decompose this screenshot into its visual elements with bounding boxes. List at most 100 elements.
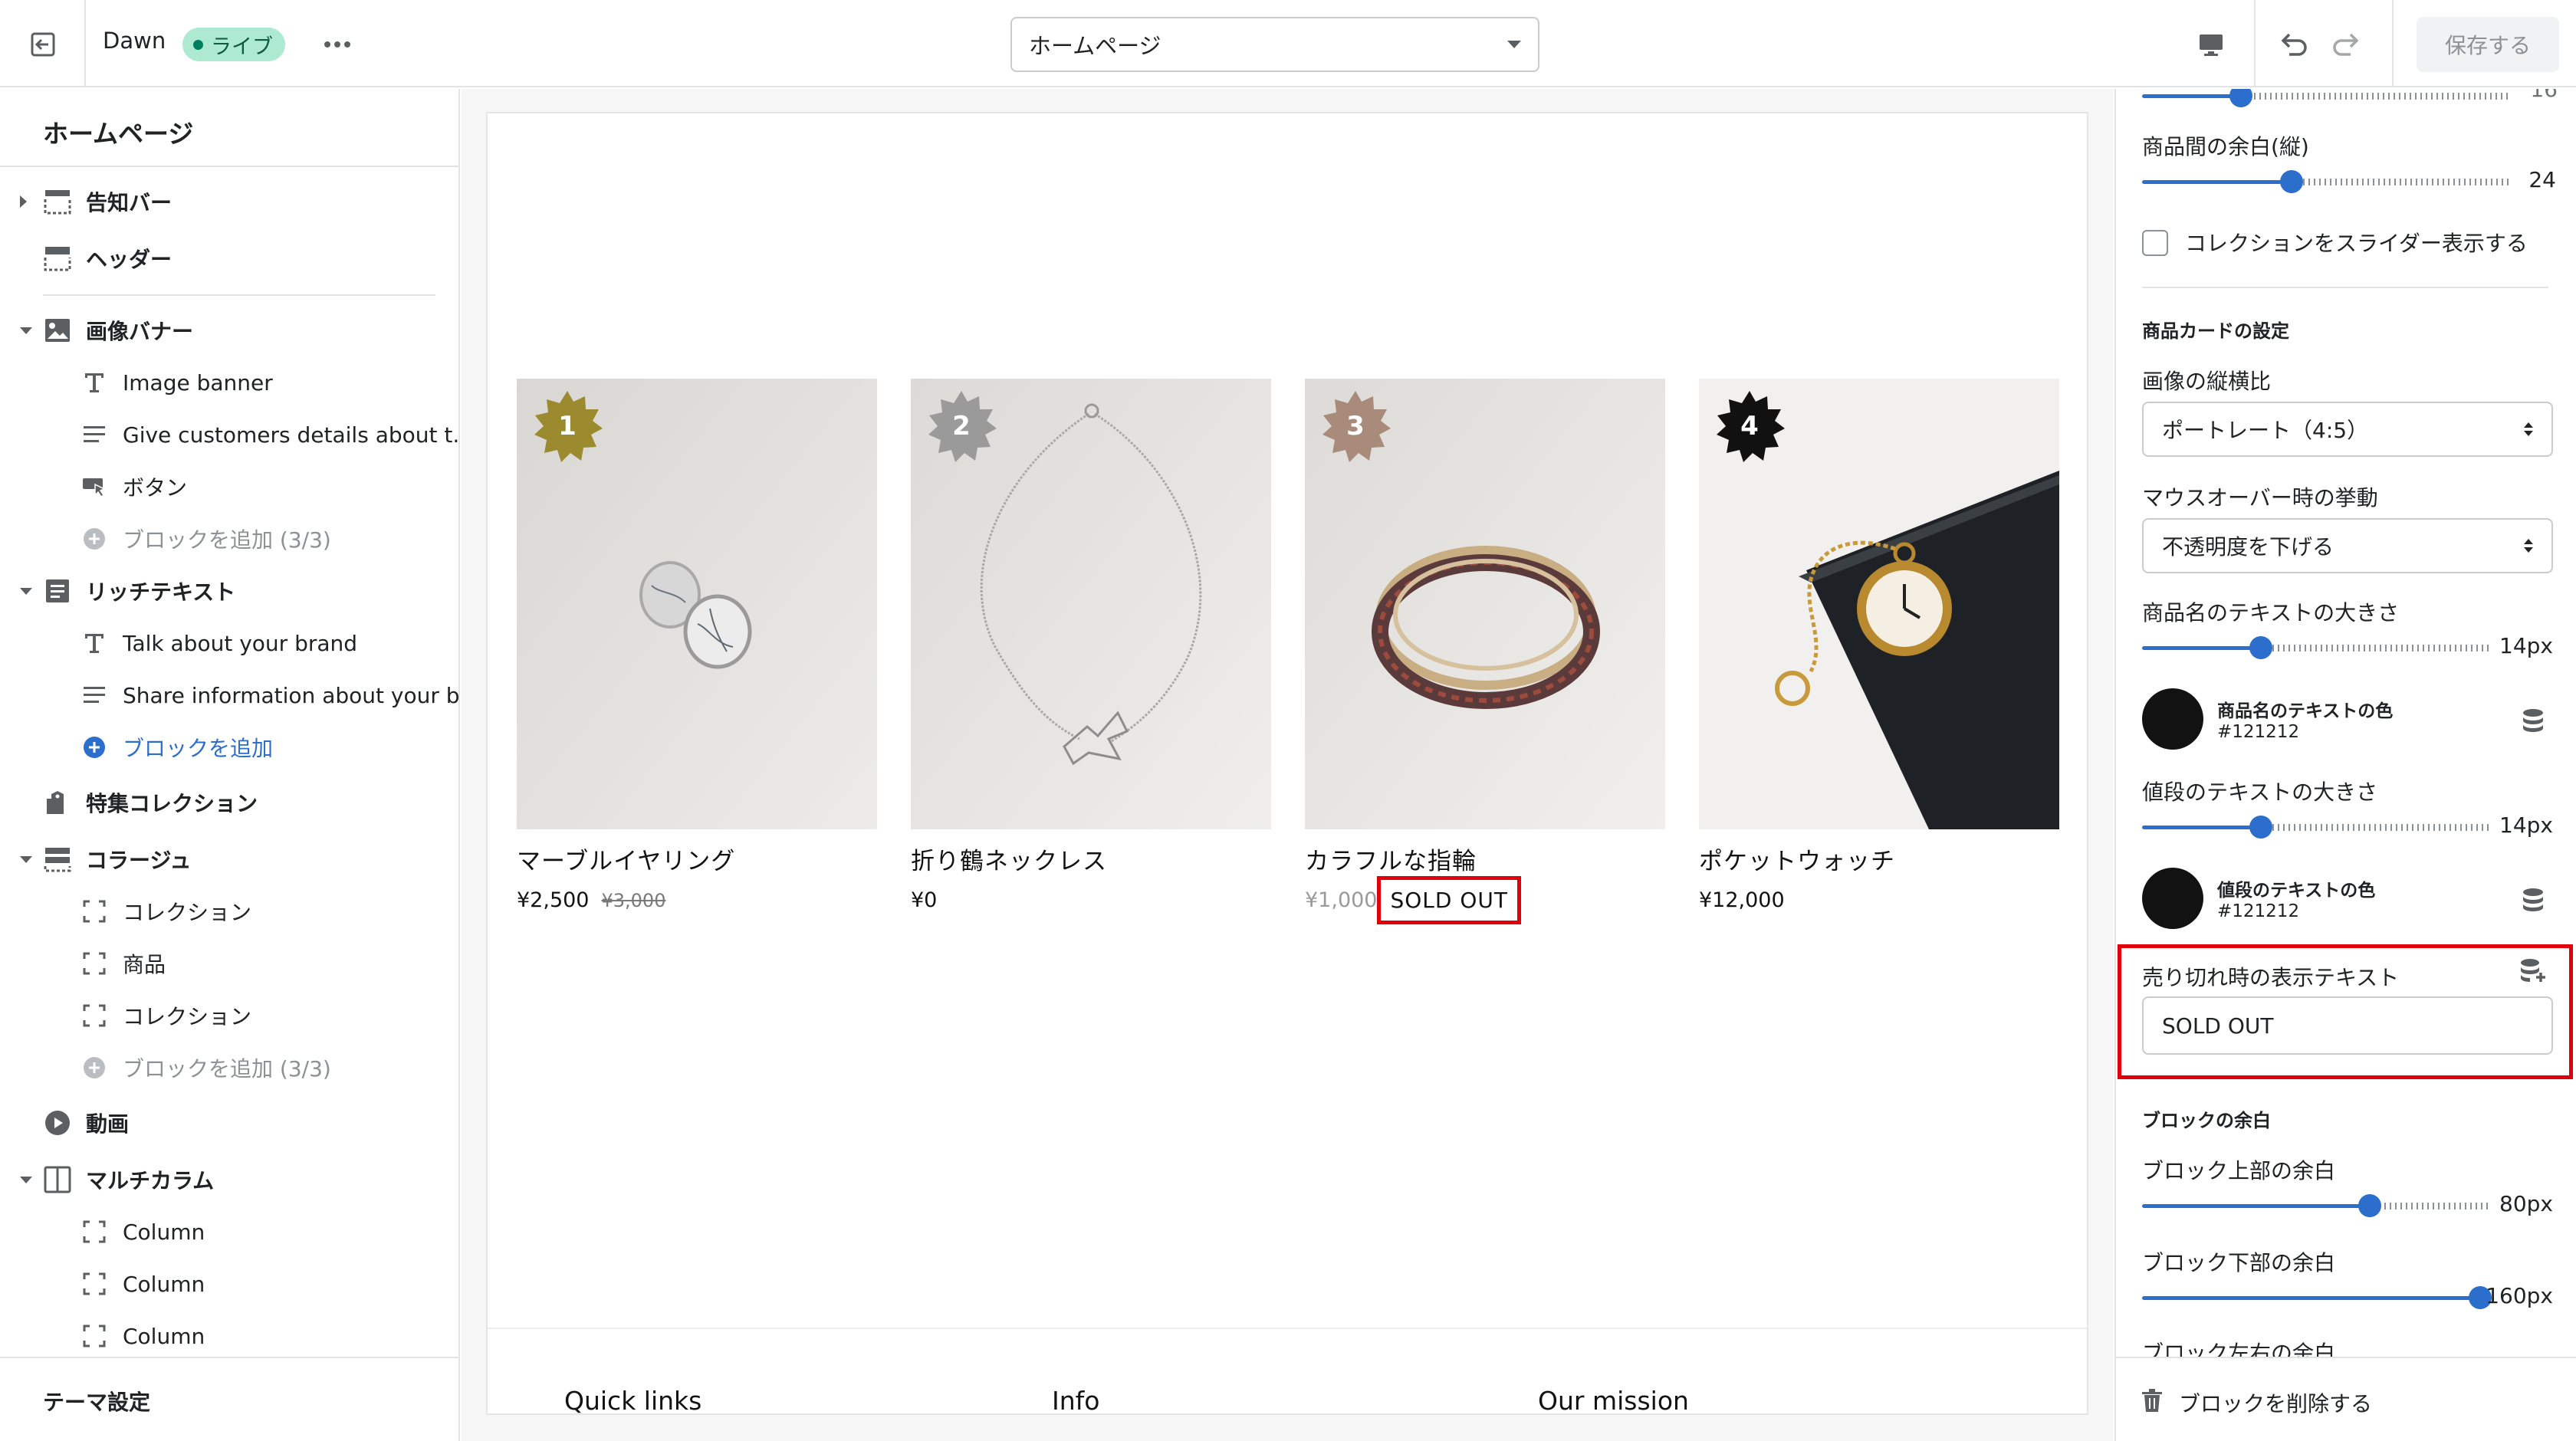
slider-value: 16 [2530, 89, 2558, 102]
status-badge-label: ライブ [211, 34, 273, 59]
divider [488, 1328, 2087, 1329]
caret-down-icon[interactable] [20, 305, 32, 356]
section-heading: ブロックの余白 [2142, 1110, 2271, 1131]
rank-number: 1 [558, 411, 577, 441]
product-card[interactable]: 2 折り鶴ネックレス ¥0 [911, 379, 1271, 912]
sidebar-block-product[interactable]: 商品 [0, 938, 458, 989]
settings-panel: 16 商品間の余白(縦) 24 コレクションをスライダー表示する 商品カードの設… [2114, 89, 2576, 1441]
hover-behavior-select[interactable]: 不透明度を下げる [2142, 518, 2553, 573]
sidebar-item-label: コレクション [123, 900, 252, 925]
sidebar-item-label: 画像バナー [86, 319, 194, 344]
dynamic-source-icon[interactable] [2518, 705, 2548, 736]
sidebar-item-video[interactable]: 動画 [0, 1098, 458, 1148]
storefront-preview: 1 マーブルイヤリング ¥2,500 ¥3,000 2 折り鶴ネックレス ¥0 … [486, 112, 2088, 1415]
sidebar-block-image-banner-heading[interactable]: Image banner [0, 357, 458, 408]
divider [2392, 0, 2394, 86]
name-size-slider[interactable] [2142, 636, 2492, 659]
caret-down-icon[interactable] [20, 566, 32, 616]
product-card[interactable]: 3 カラフルな指輪 ¥1,000 SOLD OUT [1305, 379, 1665, 924]
rich-text-icon [43, 577, 72, 605]
product-name[interactable]: マーブルイヤリング [517, 842, 877, 876]
name-color-hex: #121212 [2217, 722, 2300, 742]
page-selector-value: ホームページ [1029, 33, 1162, 59]
product-image: 3 [1305, 379, 1665, 829]
divider [84, 0, 86, 86]
price-size-value: 14px [2499, 812, 2553, 838]
play-icon [43, 1109, 72, 1137]
product-card[interactable]: 4 ポケットウォッチ ¥12,000 [1699, 379, 2059, 912]
exit-icon[interactable] [21, 23, 64, 66]
divider [43, 294, 435, 296]
rank-number: 2 [952, 411, 971, 441]
undo-icon[interactable] [2272, 25, 2315, 64]
aspect-ratio-select[interactable]: ポートレート（4:5） [2142, 402, 2553, 457]
sidebar-item-image-banner[interactable]: 画像バナー [0, 305, 458, 356]
rank-badge: 4 [1713, 389, 1786, 463]
sidebar-block-button[interactable]: ボタン [0, 461, 458, 512]
add-block-button[interactable]: ブロックを追加 (3/3) [0, 1042, 458, 1093]
delete-block-button[interactable]: ブロックを削除する [2116, 1357, 2576, 1441]
dynamic-source-icon[interactable] [2518, 885, 2548, 915]
sidebar-item-multicolumn[interactable]: マルチカラム [0, 1154, 458, 1205]
price-color-swatch[interactable] [2142, 868, 2203, 929]
sidebar-block-column[interactable]: Column [0, 1259, 458, 1309]
sidebar-block-image-banner-text[interactable]: Give customers details about t... [0, 409, 458, 460]
button-icon [80, 473, 109, 501]
rank-number: 4 [1740, 411, 1759, 441]
add-circle-icon [80, 1054, 109, 1082]
product-name[interactable]: カラフルな指輪 [1305, 842, 1665, 876]
sidebar-block-column[interactable]: Column [0, 1206, 458, 1257]
sidebar-block-rich-text-text[interactable]: Share information about your b... [0, 670, 458, 720]
product-name[interactable]: ポケットウォッチ [1699, 842, 2059, 876]
more-actions-icon[interactable] [316, 23, 359, 66]
block-bottom-value: 160px [2486, 1283, 2553, 1308]
trash-icon [2142, 1389, 2162, 1412]
sidebar-title: ホームページ [43, 119, 194, 149]
theme-settings-link[interactable]: テーマ設定 [0, 1357, 458, 1441]
text-icon [80, 369, 109, 396]
live-dot-icon [193, 39, 203, 50]
page-selector[interactable]: ホームページ [1010, 17, 1539, 72]
row-gap-slider[interactable] [2142, 170, 2510, 193]
sidebar-block-rich-text-heading[interactable]: Talk about your brand [0, 618, 458, 668]
caret-down-icon[interactable] [20, 1154, 32, 1205]
sidebar-item-label: ボタン [123, 475, 188, 501]
sidebar-item-label: コレクション [123, 1004, 252, 1029]
price-size-slider[interactable] [2142, 816, 2492, 839]
product-card[interactable]: 1 マーブルイヤリング ¥2,500 ¥3,000 [517, 379, 877, 912]
block-top-value: 80px [2499, 1191, 2553, 1216]
product-price: ¥12,000 [1699, 888, 1785, 912]
save-button[interactable]: 保存する [2417, 17, 2559, 72]
caret-down-icon[interactable] [20, 834, 32, 885]
rank-badge: 3 [1319, 389, 1392, 463]
paragraph-icon [80, 681, 109, 709]
caret-right-icon[interactable] [20, 176, 27, 227]
sidebar-item-featured-collection[interactable]: 特集コレクション [0, 777, 458, 828]
chevron-down-icon [1507, 41, 1521, 48]
theme-settings-label: テーマ設定 [43, 1390, 151, 1415]
desktop-view-icon[interactable] [2190, 25, 2233, 64]
sidebar-item-announcement-bar[interactable]: 告知バー [0, 176, 458, 227]
product-name[interactable]: 折り鶴ネックレス [911, 842, 1271, 876]
slider-checkbox-label: コレクションをスライダー表示する [2185, 231, 2528, 256]
name-color-swatch[interactable] [2142, 688, 2203, 750]
sidebar-item-rich-text[interactable]: リッチテキスト [0, 566, 458, 616]
sidebar-item-header[interactable]: ヘッダー [0, 233, 458, 284]
redo-icon[interactable] [2325, 25, 2367, 64]
columns-icon [43, 1166, 72, 1193]
sidebar-item-label: マルチカラム [86, 1168, 215, 1193]
sidebar-block-column[interactable]: Column [0, 1311, 458, 1361]
add-block-button[interactable]: ブロックを追加 [0, 722, 458, 773]
slider-checkbox[interactable] [2142, 230, 2168, 256]
sidebar-item-collage[interactable]: コラージュ [0, 834, 458, 885]
name-color-label: 商品名のテキストの色 [2217, 701, 2394, 721]
add-block-button[interactable]: ブロックを追加 (3/3) [0, 514, 458, 564]
sidebar-block-collection[interactable]: コレクション [0, 990, 458, 1041]
sidebar-block-collection[interactable]: コレクション [0, 886, 458, 937]
select-arrows-icon [2524, 539, 2533, 553]
footer-heading: Quick links [564, 1386, 702, 1415]
block-top-slider[interactable] [2142, 1194, 2492, 1217]
block-bottom-slider[interactable] [2142, 1286, 2492, 1309]
announcement-bar-icon [43, 188, 72, 215]
header-icon [43, 245, 72, 272]
